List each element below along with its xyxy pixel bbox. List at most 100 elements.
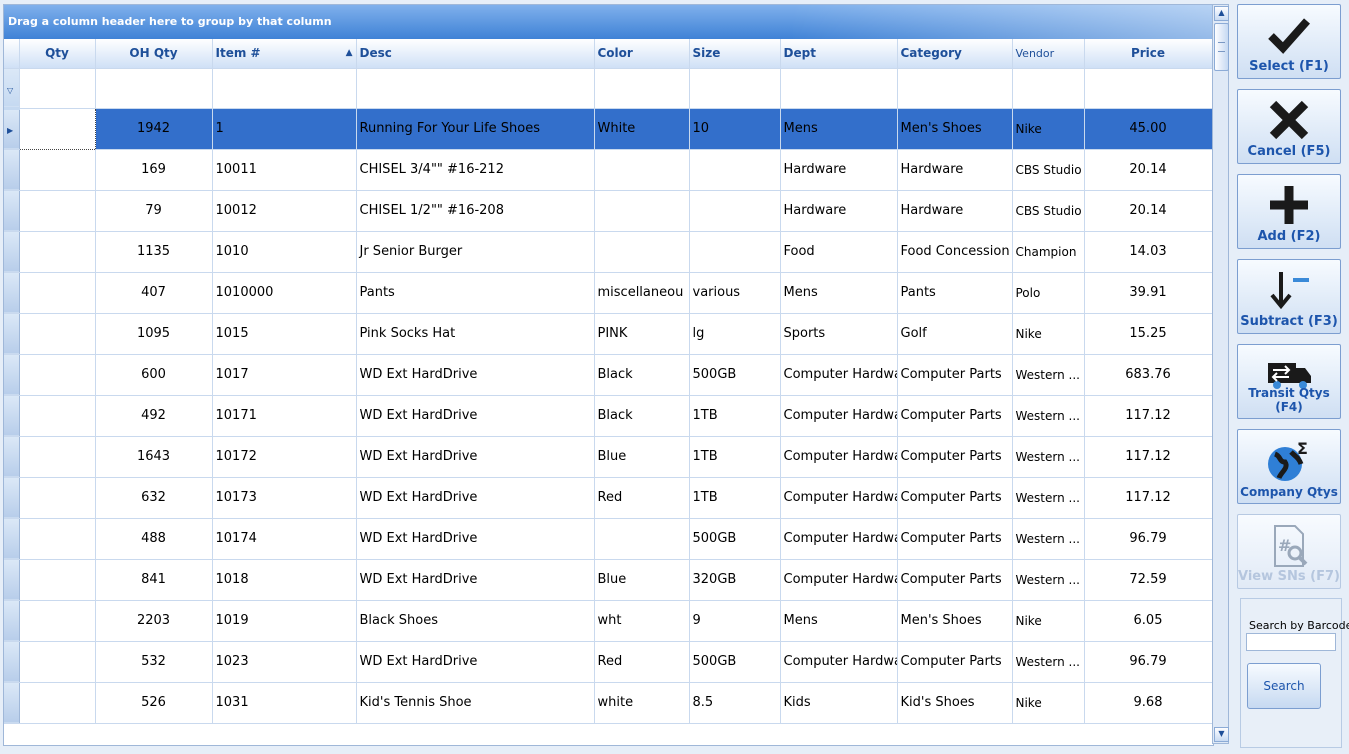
view-sns-button[interactable]: # View SNs (F7) xyxy=(1237,514,1341,589)
cell-vendor: Nike xyxy=(1012,600,1085,642)
table-row[interactable]: 1095 1015 Pink Socks Hat PINK lg Sports Golf Ni… xyxy=(4,313,1213,355)
table-row[interactable]: 632 10173 WD Ext HardDrive Red 1TB Computer H… xyxy=(4,477,1213,519)
cell-qty[interactable] xyxy=(19,354,96,396)
col-header-price[interactable]: Price xyxy=(1084,39,1213,69)
table-row[interactable]: 492 10171 WD Ext HardDrive Black 1TB Computer… xyxy=(4,395,1213,437)
subtract-button[interactable]: Subtract (F3) xyxy=(1237,259,1341,334)
row-selector[interactable] xyxy=(4,559,20,601)
filter-price[interactable] xyxy=(1084,68,1213,109)
cell-dept: Computer Hardwa xyxy=(780,641,898,683)
cell-oh-qty: 169 xyxy=(95,149,213,191)
cell-category: Men's Shoes xyxy=(897,600,1013,642)
cell-qty[interactable] xyxy=(19,231,96,273)
filter-dept[interactable] xyxy=(780,68,898,109)
filter-desc[interactable] xyxy=(356,68,595,109)
select-button[interactable]: Select (F1) xyxy=(1237,4,1341,79)
filter-size[interactable] xyxy=(689,68,781,109)
filter-item[interactable] xyxy=(212,68,357,109)
cell-vendor: Champion xyxy=(1012,231,1085,273)
subtract-button-label: Subtract (F3) xyxy=(1240,314,1338,329)
col-header-oh-qty[interactable]: OH Qty xyxy=(95,39,213,69)
filter-vendor[interactable] xyxy=(1012,68,1085,109)
cell-color xyxy=(594,149,690,191)
cell-qty[interactable] xyxy=(19,641,96,683)
table-row[interactable]: 841 1018 WD Ext HardDrive Blue 320GB Computer… xyxy=(4,559,1213,601)
row-selector[interactable] xyxy=(4,477,20,519)
col-header-qty[interactable]: Qty xyxy=(19,39,96,69)
scroll-down-button[interactable]: ▼ xyxy=(1214,727,1229,742)
cell-qty[interactable] xyxy=(19,477,96,519)
scroll-thumb[interactable] xyxy=(1214,23,1229,71)
cell-qty[interactable] xyxy=(18,107,96,150)
table-row[interactable]: ▶ 1942 1 Running For Your Life Shoes White 10… xyxy=(4,107,1213,150)
row-selector[interactable] xyxy=(4,190,20,232)
item-grid[interactable]: Drag a column header here to group by th… xyxy=(3,4,1214,746)
cell-qty[interactable] xyxy=(19,682,96,724)
cell-desc: WD Ext HardDrive xyxy=(356,518,595,560)
cell-price: 96.79 xyxy=(1084,518,1213,560)
search-button[interactable]: Search xyxy=(1247,663,1321,709)
table-row[interactable]: 526 1031 Kid's Tennis Shoe white 8.5 Kids Kid'… xyxy=(4,682,1213,724)
cell-size: lg xyxy=(689,313,781,355)
filter-qty[interactable] xyxy=(19,68,96,109)
vertical-scrollbar[interactable]: ▲ ▼ xyxy=(1212,4,1229,744)
row-selector[interactable] xyxy=(4,641,20,683)
col-header-item-label: Item # xyxy=(215,46,261,61)
row-selector[interactable] xyxy=(4,149,20,191)
col-header-color[interactable]: Color xyxy=(594,39,690,69)
cell-dept: Hardware xyxy=(780,190,898,232)
table-row[interactable]: 407 1010000 Pants miscellaneou various Mens Pa… xyxy=(4,272,1213,314)
table-row[interactable]: 79 10012 CHISEL 1/2"" #16-208 Hardware Hardw… xyxy=(4,190,1213,232)
company-qtys-button[interactable]: Σ Company Qtys xyxy=(1237,429,1341,504)
filter-category[interactable] xyxy=(897,68,1013,109)
row-selector[interactable] xyxy=(4,231,20,273)
table-row[interactable]: 532 1023 WD Ext HardDrive Red 500GB Computer … xyxy=(4,641,1213,683)
row-selector[interactable]: ▶ xyxy=(4,108,20,150)
cell-qty[interactable] xyxy=(19,600,96,642)
row-selector[interactable] xyxy=(4,518,20,560)
col-header-item[interactable]: Item # ▲ xyxy=(212,39,357,69)
cell-category: Computer Parts xyxy=(897,436,1013,478)
cell-qty[interactable] xyxy=(19,190,96,232)
row-selector[interactable] xyxy=(4,600,20,642)
cell-qty[interactable] xyxy=(19,518,96,560)
filter-oh-qty[interactable] xyxy=(95,68,213,109)
cell-qty[interactable] xyxy=(19,272,96,314)
cell-color: White xyxy=(594,108,690,150)
table-row[interactable]: 1643 10172 WD Ext HardDrive Blue 1TB Computer… xyxy=(4,436,1213,478)
cell-qty[interactable] xyxy=(19,313,96,355)
col-header-category[interactable]: Category xyxy=(897,39,1013,69)
row-selector[interactable] xyxy=(4,354,20,396)
row-selector[interactable] xyxy=(4,313,20,355)
col-header-dept[interactable]: Dept xyxy=(780,39,898,69)
cell-qty[interactable] xyxy=(19,149,96,191)
row-selector[interactable] xyxy=(4,682,20,724)
cell-color: Red xyxy=(594,477,690,519)
transit-qtys-button[interactable]: Transit Qtys (F4) xyxy=(1237,344,1341,419)
scroll-up-button[interactable]: ▲ xyxy=(1214,6,1229,21)
row-selector-header xyxy=(4,39,20,69)
table-row[interactable]: 488 10174 WD Ext HardDrive 500GB Computer Ha… xyxy=(4,518,1213,560)
cell-qty[interactable] xyxy=(19,559,96,601)
filter-color[interactable] xyxy=(594,68,690,109)
cell-qty[interactable] xyxy=(19,436,96,478)
group-by-panel[interactable]: Drag a column header here to group by th… xyxy=(4,5,1213,39)
table-row[interactable]: 1135 1010 Jr Senior Burger Food Food Concess… xyxy=(4,231,1213,273)
col-header-vendor[interactable]: Vendor xyxy=(1012,39,1085,69)
cell-size: 1TB xyxy=(689,436,781,478)
cell-oh-qty: 1135 xyxy=(95,231,213,273)
row-selector[interactable] xyxy=(4,395,20,437)
table-row[interactable]: 600 1017 WD Ext HardDrive Black 500GB Compute… xyxy=(4,354,1213,396)
table-row[interactable]: 169 10011 CHISEL 3/4"" #16-212 Hardware Hard… xyxy=(4,149,1213,191)
row-selector[interactable] xyxy=(4,436,20,478)
cell-qty[interactable] xyxy=(19,395,96,437)
add-button[interactable]: Add (F2) xyxy=(1237,174,1341,249)
cell-vendor: Nike xyxy=(1012,682,1085,724)
col-header-size[interactable]: Size xyxy=(689,39,781,69)
table-row[interactable]: 2203 1019 Black Shoes wht 9 Mens Men's Shoes Ni… xyxy=(4,600,1213,642)
row-selector[interactable] xyxy=(4,272,20,314)
col-header-desc[interactable]: Desc xyxy=(356,39,595,69)
barcode-search-input[interactable] xyxy=(1246,633,1336,651)
cell-desc: Pants xyxy=(356,272,595,314)
cancel-button[interactable]: Cancel (F5) xyxy=(1237,89,1341,164)
